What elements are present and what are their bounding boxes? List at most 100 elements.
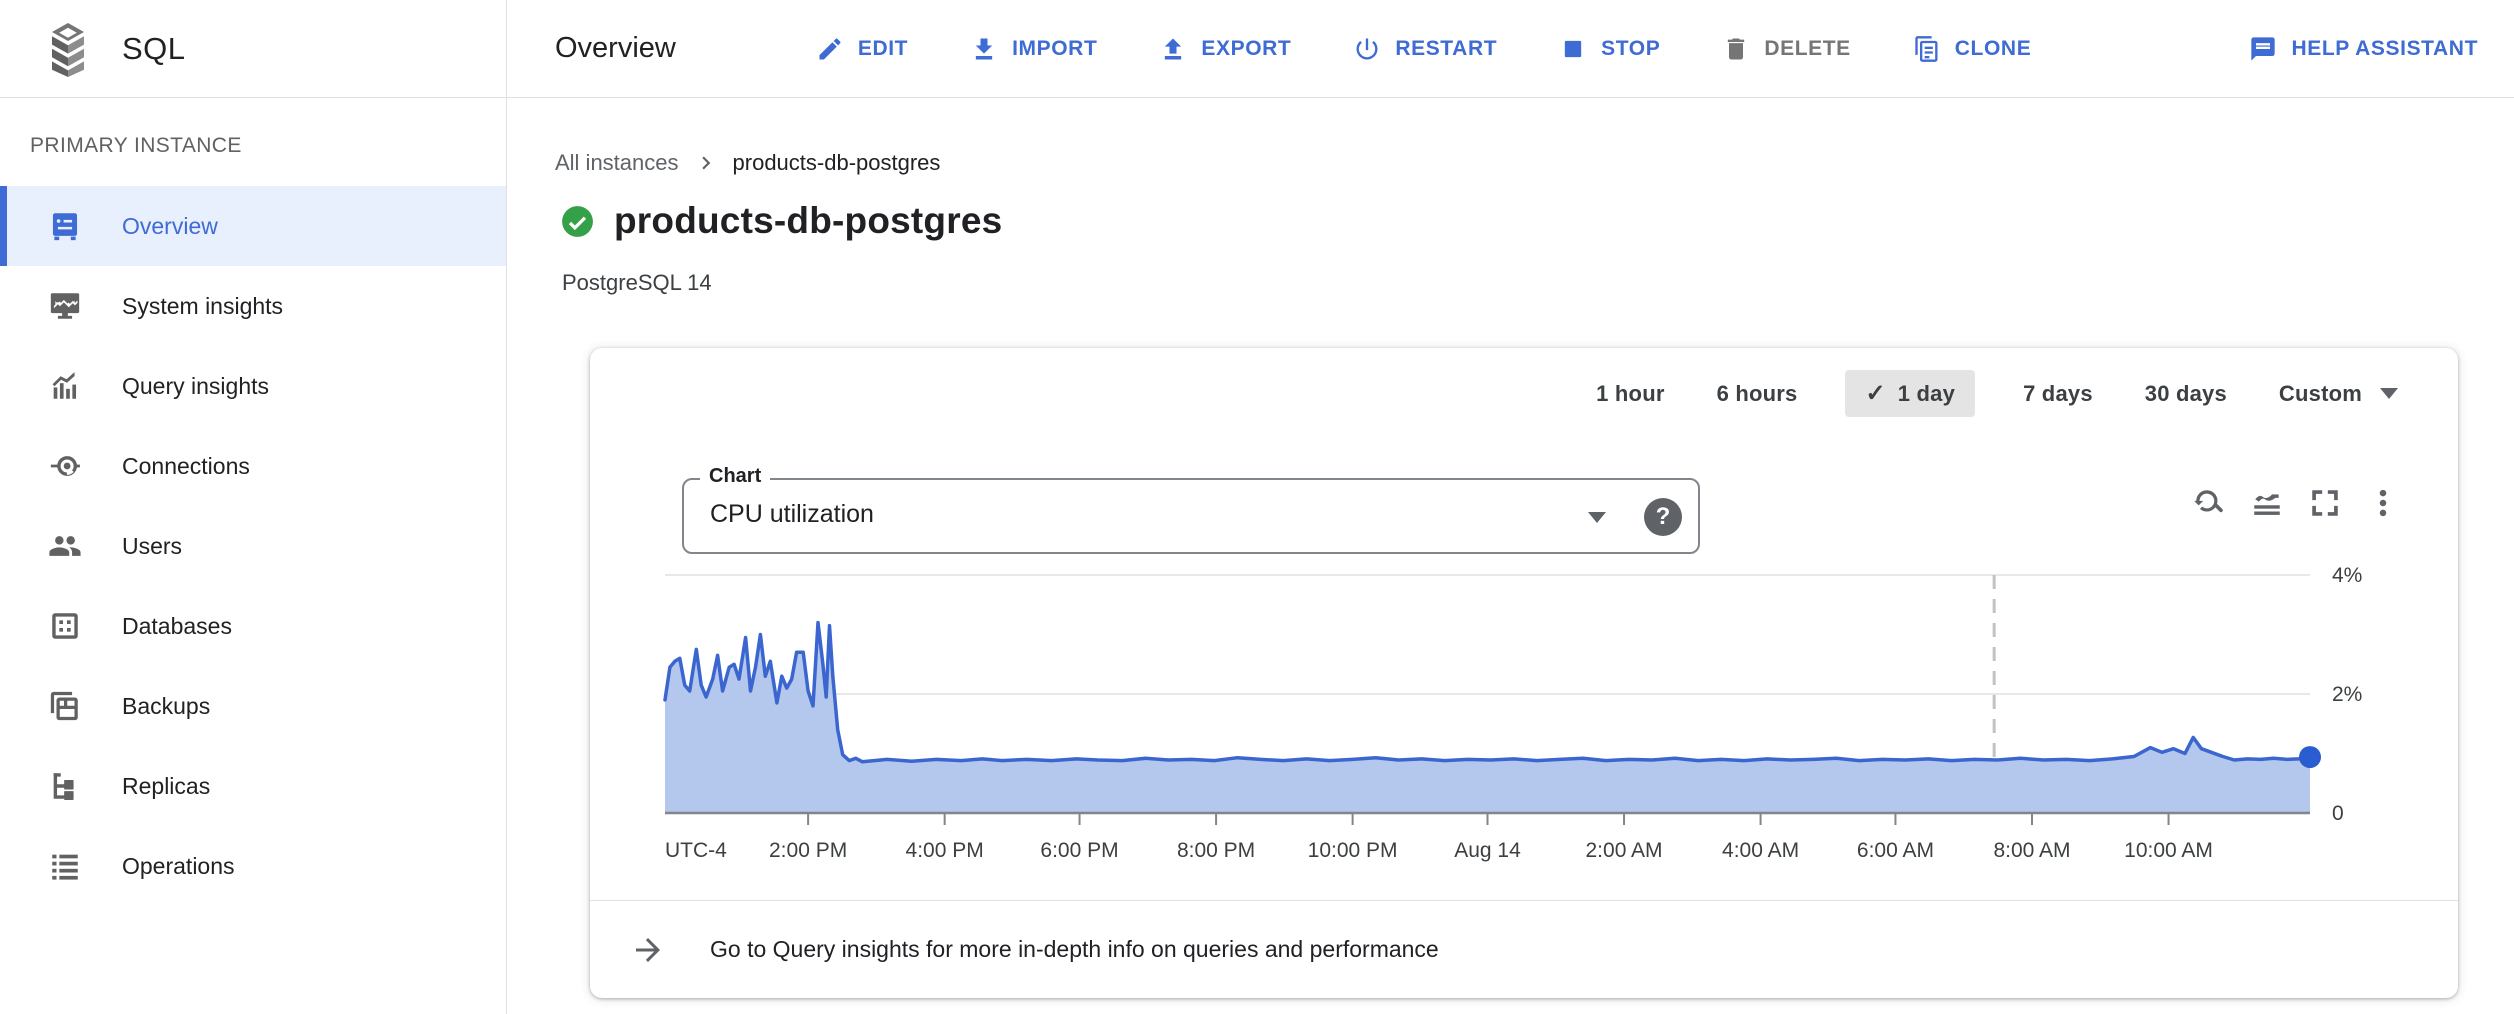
stop-button[interactable]: STOP: [1559, 35, 1660, 63]
zoom-reset-icon: [2192, 486, 2226, 520]
svg-text:6:00 AM: 6:00 AM: [1857, 839, 1934, 862]
zoom-reset-button[interactable]: [2192, 486, 2226, 523]
bar-chart-icon: [48, 369, 82, 403]
sql-product-logo-icon: [42, 21, 94, 77]
time-range-30-days[interactable]: 30 days: [2141, 372, 2231, 416]
instance-version: PostgreSQL 14: [562, 270, 712, 296]
query-insights-link[interactable]: Go to Query insights for more in-depth i…: [590, 901, 2458, 998]
delete-label: DELETE: [1764, 37, 1850, 61]
export-label: EXPORT: [1201, 37, 1291, 61]
breadcrumb: All instances products-db-postgres: [555, 150, 940, 176]
instance-icon: [48, 209, 82, 243]
import-icon: [970, 35, 998, 63]
product-header: SQL: [0, 0, 507, 98]
svg-text:2:00 AM: 2:00 AM: [1586, 839, 1663, 862]
fullscreen-button[interactable]: [2308, 486, 2342, 523]
sidebar-item-databases[interactable]: Databases: [0, 586, 506, 666]
power-icon: [1353, 35, 1381, 63]
chart-toolbar: [2192, 486, 2400, 523]
sidebar-item-users[interactable]: Users: [0, 506, 506, 586]
cloud-sql-console: SQL Overview EDIT IMPORT EXPORT RESTART: [0, 0, 2514, 1014]
sidebar-item-label: Users: [122, 533, 182, 560]
status-running-check-icon: [559, 203, 596, 240]
pencil-icon: [816, 35, 844, 63]
svg-text:2:00 PM: 2:00 PM: [769, 839, 847, 862]
time-range-selector: 1 hour 6 hours ✓ 1 day 7 days 30 days Cu…: [1592, 370, 2402, 417]
svg-text:Aug 14: Aug 14: [1454, 839, 1521, 862]
time-range-7-days[interactable]: 7 days: [2019, 372, 2097, 416]
help-assistant-button[interactable]: HELP ASSISTANT: [2249, 35, 2478, 63]
import-button[interactable]: IMPORT: [970, 35, 1097, 63]
svg-text:8:00 AM: 8:00 AM: [1993, 839, 2070, 862]
chart-select-value: CPU utilization: [710, 500, 874, 529]
export-icon: [1159, 35, 1187, 63]
chat-icon: [2249, 35, 2277, 63]
time-range-6-hours[interactable]: 6 hours: [1713, 372, 1802, 416]
svg-text:4:00 AM: 4:00 AM: [1722, 839, 1799, 862]
help-icon[interactable]: ?: [1644, 498, 1682, 536]
replicas-tree-icon: [48, 769, 82, 803]
backups-icon: [48, 689, 82, 723]
svg-text:4:00 PM: 4:00 PM: [906, 839, 984, 862]
sidebar-item-query-insights[interactable]: Query insights: [0, 346, 506, 426]
svg-text:10:00 AM: 10:00 AM: [2124, 839, 2213, 862]
clone-button[interactable]: CLONE: [1913, 35, 2032, 63]
help-assistant-label: HELP ASSISTANT: [2291, 37, 2478, 61]
monitor-chart-icon: [48, 289, 82, 323]
metrics-card: 1 hour 6 hours ✓ 1 day 7 days 30 days Cu…: [590, 348, 2458, 998]
sidebar-item-label: Backups: [122, 693, 210, 720]
svg-text:8:00 PM: 8:00 PM: [1177, 839, 1255, 862]
list-icon: [48, 849, 82, 883]
more-options-button[interactable]: [2366, 486, 2400, 523]
instance-title: products-db-postgres: [614, 200, 1002, 242]
page-title: Overview: [555, 32, 676, 65]
area-chart-mode-button[interactable]: [2250, 486, 2284, 523]
svg-text:0: 0: [2332, 802, 2344, 825]
time-range-1-day[interactable]: ✓ 1 day: [1845, 370, 1975, 417]
time-range-1-hour[interactable]: 1 hour: [1592, 372, 1668, 416]
export-button[interactable]: EXPORT: [1159, 35, 1291, 63]
sidebar-item-label: System insights: [122, 293, 283, 320]
sidebar-item-system-insights[interactable]: System insights: [0, 266, 506, 346]
svg-text:UTC-4: UTC-4: [665, 839, 727, 862]
clone-label: CLONE: [1955, 37, 2032, 61]
users-icon: [48, 529, 82, 563]
sidebar-item-connections[interactable]: Connections: [0, 426, 506, 506]
overview-content: All instances products-db-postgres produ…: [507, 98, 2514, 1014]
area-chart-icon: [2250, 486, 2284, 520]
breadcrumb-current: products-db-postgres: [733, 150, 941, 176]
product-name: SQL: [122, 31, 186, 67]
time-range-custom[interactable]: Custom: [2275, 372, 2402, 416]
query-insights-link-text: Go to Query insights for more in-depth i…: [710, 936, 1439, 963]
sidebar-item-overview[interactable]: Overview: [0, 186, 506, 266]
arrow-forward-icon: [630, 932, 666, 968]
restart-button[interactable]: RESTART: [1353, 35, 1497, 63]
breadcrumb-all-instances[interactable]: All instances: [555, 150, 679, 176]
svg-text:4%: 4%: [2332, 564, 2362, 587]
sidebar-item-operations[interactable]: Operations: [0, 826, 506, 906]
database-grid-icon: [48, 609, 82, 643]
instance-sidebar: PRIMARY INSTANCE Overview System insight…: [0, 98, 507, 1014]
delete-button[interactable]: DELETE: [1722, 35, 1850, 63]
cpu-utilization-chart[interactable]: 0 2% 4% UTC-4 2:00 PM 4:00 PM 6:00 PM 8:00 PM 10…: [590, 560, 2458, 890]
instance-toolbar: EDIT IMPORT EXPORT RESTART STOP DELETE: [816, 35, 2478, 63]
sidebar-item-replicas[interactable]: Replicas: [0, 746, 506, 826]
svg-text:10:00 PM: 10:00 PM: [1308, 839, 1398, 862]
sidebar-item-label: Connections: [122, 453, 250, 480]
sidebar-item-label: Operations: [122, 853, 235, 880]
check-icon: ✓: [1865, 379, 1885, 408]
edit-button[interactable]: EDIT: [816, 35, 908, 63]
restart-label: RESTART: [1395, 37, 1497, 61]
svg-text:2%: 2%: [2332, 683, 2362, 706]
stop-label: STOP: [1601, 37, 1660, 61]
sidebar-item-label: Databases: [122, 613, 232, 640]
dropdown-arrow-icon: [1588, 512, 1606, 523]
sidebar-item-backups[interactable]: Backups: [0, 666, 506, 746]
sidebar-item-label: Query insights: [122, 373, 269, 400]
sidebar-section-title: PRIMARY INSTANCE: [0, 134, 506, 186]
svg-text:6:00 PM: 6:00 PM: [1040, 839, 1118, 862]
clone-icon: [1913, 35, 1941, 63]
sidebar-item-label: Overview: [122, 213, 218, 240]
connection-icon: [48, 449, 82, 483]
chart-metric-select[interactable]: Chart CPU utilization ?: [682, 478, 1700, 554]
